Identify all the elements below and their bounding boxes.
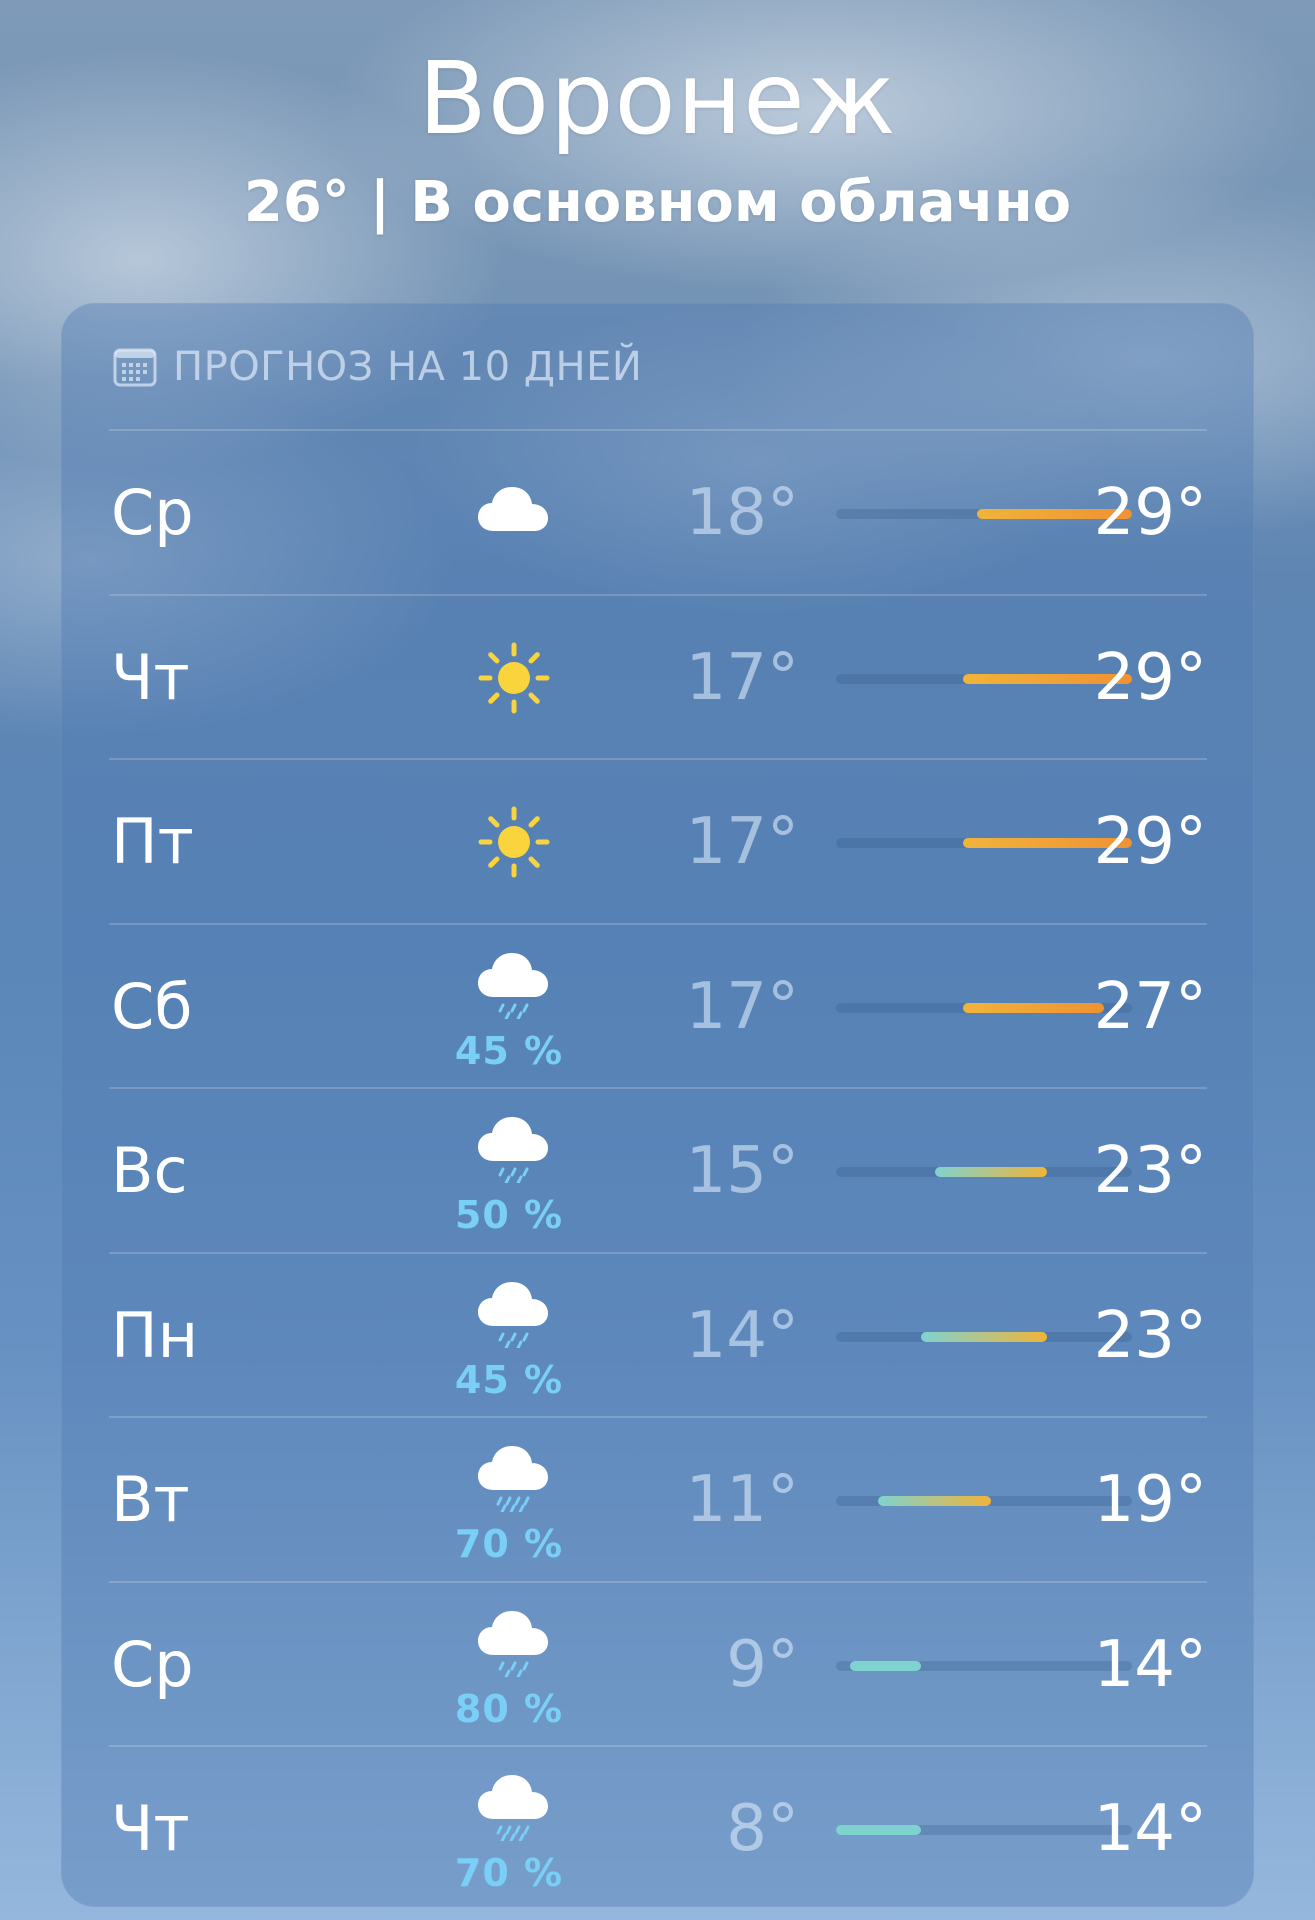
low-temperature: 17°	[685, 640, 799, 715]
forecast-row[interactable]: Сб 45 % 17° 27°	[109, 922, 1207, 1089]
high-temperature: 14°	[1093, 1792, 1207, 1866]
temperature-range-bar	[934, 1167, 1048, 1177]
low-temperature: 9°	[726, 1627, 799, 1702]
day-label: Сб	[111, 969, 193, 1043]
weather-icon-cell: 50 %	[444, 1089, 574, 1253]
weather-icon-cell: 45 %	[444, 1254, 574, 1418]
forecast-header: ПРОГНОЗ НА 10 ДНЕЙ	[113, 337, 642, 397]
day-label: Вт	[111, 1463, 190, 1536]
condition-text: В основном облачно	[410, 170, 1072, 235]
precipitation-chance: 70 %	[454, 1522, 564, 1566]
high-temperature: 23°	[1093, 1298, 1207, 1373]
city-name: Воронеж	[418, 40, 897, 157]
temperature-range-bar	[850, 1660, 921, 1671]
forecast-title: ПРОГНОЗ НА 10 ДНЕЙ	[173, 344, 643, 390]
forecast-row[interactable]: Чт 70 % 8° 14°	[109, 1745, 1207, 1911]
weather-icon-cell: 70 %	[444, 1747, 574, 1911]
weather-icon-cell: 80 %	[444, 1583, 574, 1747]
precipitation-chance: 45 %	[454, 1357, 564, 1402]
low-temperature: 14°	[685, 1298, 799, 1373]
day-label: Ср	[111, 476, 194, 549]
current-conditions: 26° | В основном облачно	[0, 170, 1315, 236]
high-temperature: 23°	[1093, 1134, 1207, 1208]
forecast-row[interactable]: Ср 80 % 9° 14°	[109, 1580, 1207, 1747]
precipitation-chance: 50 %	[454, 1193, 564, 1237]
temperature-range-bar	[878, 1496, 992, 1506]
low-temperature: 18°	[685, 476, 799, 550]
high-temperature: 29°	[1093, 805, 1207, 879]
day-label: Чт	[111, 1792, 190, 1865]
low-temperature: 8°	[726, 1792, 799, 1866]
day-label: Чт	[111, 640, 190, 714]
forecast-row[interactable]: Ср 18° 29°	[109, 429, 1207, 595]
high-temperature: 29°	[1093, 640, 1207, 715]
weather-header: Воронеж 26° | В основном облачно	[0, 40, 1315, 236]
day-label: Ср	[111, 1627, 194, 1701]
high-temperature: 19°	[1093, 1463, 1207, 1537]
low-temperature: 17°	[685, 969, 799, 1044]
low-temperature: 15°	[685, 1134, 799, 1208]
calendar-icon	[113, 348, 157, 387]
day-label: Пн	[111, 1298, 199, 1372]
separator: |	[369, 170, 391, 235]
weather-icon-cell: 45 %	[444, 925, 574, 1089]
forecast-row[interactable]: Чт 17° 29°	[109, 593, 1207, 760]
precipitation-chance: 45 %	[454, 1028, 564, 1073]
day-label: Вс	[111, 1134, 188, 1207]
high-temperature: 27°	[1093, 969, 1207, 1044]
low-temperature: 11°	[685, 1463, 799, 1537]
high-temperature: 14°	[1093, 1627, 1207, 1702]
current-temperature: 26°	[243, 170, 350, 235]
precipitation-chance: 80 %	[454, 1686, 564, 1731]
high-temperature: 29°	[1093, 476, 1207, 550]
forecast-row[interactable]: Пт 17° 29°	[109, 758, 1207, 924]
forecast-row[interactable]: Вс 50 % 15° 23°	[109, 1087, 1207, 1253]
temperature-range-bar	[836, 1825, 921, 1835]
forecast-row[interactable]: Пн 45 % 14° 23°	[109, 1251, 1207, 1418]
day-label: Пт	[111, 805, 194, 878]
weather-icon-cell: 70 %	[444, 1418, 574, 1582]
precipitation-chance: 70 %	[454, 1851, 564, 1895]
forecast-row[interactable]: Вт 70 % 11° 19°	[109, 1416, 1207, 1582]
weather-icon-cell	[444, 760, 574, 924]
weather-icon-cell	[444, 431, 574, 595]
ten-day-forecast-panel[interactable]: ПРОГНОЗ НА 10 ДНЕЙ Ср 18° 29° Чт 17° 29° Пт 17°…	[61, 303, 1254, 1907]
temperature-range-bar	[920, 1331, 1048, 1342]
low-temperature: 17°	[685, 805, 799, 879]
weather-icon-cell	[444, 596, 574, 760]
